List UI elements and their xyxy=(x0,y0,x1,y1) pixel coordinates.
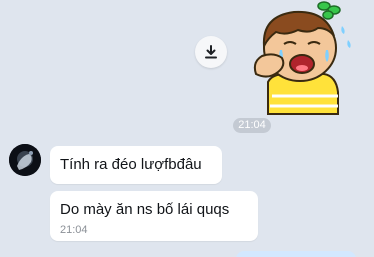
sticker-timestamp: 21:04 xyxy=(233,118,271,133)
message-timestamp: 21:04 xyxy=(60,224,88,236)
chat-conversation: 21:04 Tính ra đéo lượfbđâu Do mày ăn ns … xyxy=(0,0,374,257)
contact-avatar[interactable] xyxy=(9,144,41,176)
message-text: Do mày ăn ns bố lái quqs xyxy=(60,201,230,218)
outgoing-message-bubble[interactable] xyxy=(236,251,356,257)
incoming-message-bubble[interactable]: Tính ra đéo lượfbđâu xyxy=(50,146,222,184)
leaf-icon xyxy=(317,1,341,20)
sticker-image xyxy=(253,1,351,115)
avatar-image xyxy=(9,144,41,176)
message-text: Tính ra đéo lượfbđâu xyxy=(60,156,202,173)
download-button[interactable] xyxy=(195,36,227,68)
download-icon xyxy=(205,45,217,59)
incoming-message-bubble[interactable]: Do mày ăn ns bố lái quqs 21:04 xyxy=(50,191,258,241)
crying-boy-sticker[interactable] xyxy=(238,0,358,118)
